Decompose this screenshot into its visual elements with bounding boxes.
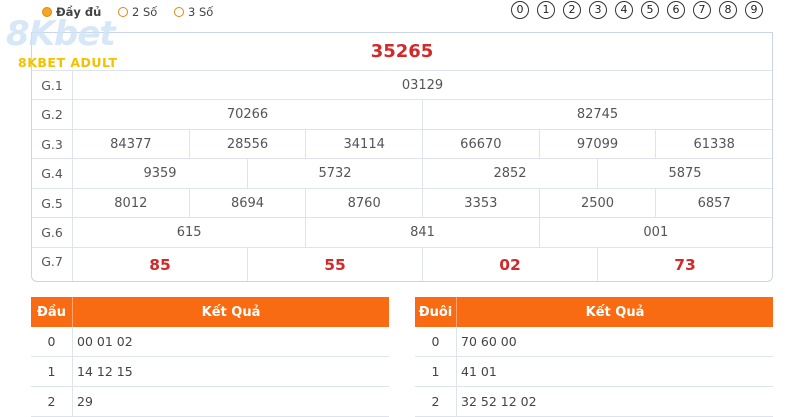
table-row: 1 41 01 <box>415 357 773 387</box>
special-prize-row: 35265 <box>32 33 772 71</box>
prize-number: 82745 <box>576 107 619 122</box>
row-value: 41 01 <box>461 364 497 379</box>
row-value: 70 60 00 <box>461 334 517 349</box>
prize-number: 85 <box>73 248 248 281</box>
watermark-logo: 8Kbet <box>6 14 116 54</box>
prize-number: 3353 <box>423 189 540 217</box>
prize-number: 03129 <box>401 77 444 93</box>
lottery-results-table: 35265 G.1 03129 G.2 70266 82745 G.3 8437… <box>31 32 773 282</box>
prize-number: 2500 <box>540 189 657 217</box>
row-value: 32 52 12 02 <box>461 394 537 409</box>
head-digit-table: Đầu Kết Quả 0 00 01 02 1 14 12 15 2 29 <box>31 297 389 417</box>
prize-number: 02 <box>423 248 598 281</box>
digit-filter-6[interactable]: 6 <box>667 1 685 19</box>
prize-number: 34114 <box>306 130 424 158</box>
row-key: 0 <box>415 327 457 356</box>
table-row: 1 14 12 15 <box>31 357 389 387</box>
row-value: 00 01 02 <box>77 334 133 349</box>
radio-unchecked-icon <box>118 7 128 17</box>
row-key: 0 <box>31 327 73 356</box>
digit-filter-8[interactable]: 8 <box>719 1 737 19</box>
table-row: 0 00 01 02 <box>31 327 389 357</box>
prize-number: 5732 <box>248 159 423 188</box>
prize-number: 70266 <box>73 100 423 129</box>
radio-unchecked-icon <box>174 7 184 17</box>
prize-number: 5875 <box>668 166 702 181</box>
prize-number: 8760 <box>306 189 424 217</box>
row-key: 1 <box>415 357 457 386</box>
prize-label: G.3 <box>32 130 73 158</box>
prize-number: 615 <box>73 218 307 247</box>
prize-row-g7: G.7 85 55 02 73 <box>32 248 772 281</box>
prize-label: G.4 <box>32 159 73 188</box>
prize-number: 61338 <box>693 136 735 152</box>
prize-label: G.6 <box>32 218 73 247</box>
table-header: Đuôi Kết Quả <box>415 297 773 327</box>
prize-row-g6: G.6 615 841 001 <box>32 218 772 248</box>
prize-number: 6857 <box>697 195 731 211</box>
table-row: 2 32 52 12 02 <box>415 387 773 417</box>
row-value: 14 12 15 <box>77 364 133 379</box>
display-options-bar: Đầy đủ 2 Số 3 Số 0 1 2 3 4 5 6 7 8 9 <box>0 0 800 24</box>
table-row: 2 29 <box>31 387 389 417</box>
prize-number: 001 <box>643 225 669 240</box>
option-2-digits-radio[interactable]: 2 Số <box>118 5 157 19</box>
prize-number: 2852 <box>423 159 598 188</box>
prize-number: 9359 <box>73 159 248 188</box>
prize-number: 97099 <box>540 130 657 158</box>
digit-filter-9[interactable]: 9 <box>745 1 763 19</box>
prize-label: G.5 <box>32 189 73 217</box>
prize-number: 73 <box>674 256 696 274</box>
prize-label: G.7 <box>32 248 73 281</box>
tail-digit-table: Đuôi Kết Quả 0 70 60 00 1 41 01 2 32 52 … <box>415 297 773 417</box>
row-key: 1 <box>31 357 73 386</box>
prize-number: 66670 <box>423 130 540 158</box>
prize-label: G.1 <box>32 71 73 99</box>
prize-number: 8012 <box>73 189 190 217</box>
digit-filter-3[interactable]: 3 <box>589 1 607 19</box>
digit-filter-7[interactable]: 7 <box>693 1 711 19</box>
prize-number: 841 <box>306 218 540 247</box>
prize-number: 28556 <box>190 130 307 158</box>
watermark-text: 8KBET ADULT <box>18 55 118 70</box>
row-key: 2 <box>31 387 73 416</box>
option-3-digits-radio[interactable]: 3 Số <box>174 5 213 19</box>
column-header: Đầu <box>31 297 73 327</box>
digit-filter-5[interactable]: 5 <box>641 1 659 19</box>
prize-row-g1: G.1 03129 <box>32 71 772 100</box>
digit-filter-1[interactable]: 1 <box>537 1 555 19</box>
digit-filter-4[interactable]: 4 <box>615 1 633 19</box>
prize-label: G.2 <box>32 100 73 129</box>
option-2-digits-label: 2 Số <box>132 5 158 19</box>
column-header: Kết Quả <box>201 304 261 320</box>
special-prize-value: 35265 <box>370 41 434 62</box>
row-key: 2 <box>415 387 457 416</box>
column-header: Đuôi <box>415 297 457 327</box>
digit-filter-2[interactable]: 2 <box>563 1 581 19</box>
digit-filter-0[interactable]: 0 <box>511 1 529 19</box>
prize-row-g5: G.5 8012 8694 8760 3353 2500 6857 <box>32 189 772 218</box>
row-value: 29 <box>77 394 93 409</box>
prize-row-g2: G.2 70266 82745 <box>32 100 772 130</box>
column-header: Kết Quả <box>585 304 645 320</box>
prize-number: 8694 <box>190 189 307 217</box>
table-row: 0 70 60 00 <box>415 327 773 357</box>
table-header: Đầu Kết Quả <box>31 297 389 327</box>
prize-row-g3: G.3 84377 28556 34114 66670 97099 61338 <box>32 130 772 159</box>
prize-number: 84377 <box>73 130 190 158</box>
option-3-digits-label: 3 Số <box>188 5 214 19</box>
prize-number: 55 <box>248 248 423 281</box>
prize-row-g4: G.4 9359 5732 2852 5875 <box>32 159 772 189</box>
